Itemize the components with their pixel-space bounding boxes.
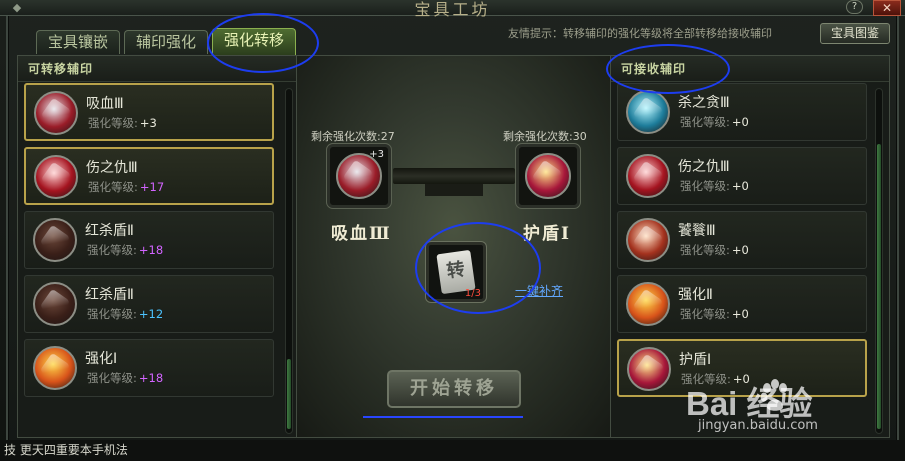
seal-row[interactable]: 吸血Ⅲ 强化等级: +3 bbox=[24, 83, 274, 141]
seal-row[interactable]: 强化Ⅰ 强化等级: +18 bbox=[24, 339, 274, 397]
seal-level: 强化等级: +12 bbox=[87, 307, 164, 321]
treasure-album-button[interactable]: 宝具图鉴 bbox=[820, 23, 890, 44]
seal-level: 强化等级: +0 bbox=[680, 307, 749, 321]
seal-name: 强化Ⅰ bbox=[85, 351, 118, 367]
seal-level: 强化等级: +0 bbox=[680, 115, 749, 129]
close-button[interactable]: ✕ bbox=[873, 0, 901, 16]
scroll-thumb[interactable] bbox=[287, 359, 291, 429]
seal-level: 强化等级: +18 bbox=[87, 243, 164, 257]
seal-name: 红杀盾Ⅱ bbox=[85, 287, 134, 303]
target-seal-name: 护盾Ⅰ bbox=[523, 224, 571, 244]
game-screen: ◆ 宝具工坊 ? ✕ 宝具镶嵌 辅印强化 强化转移 友情提示：转移辅印的强化等级… bbox=[0, 0, 905, 461]
seal-level: 强化等级: +0 bbox=[680, 243, 749, 257]
source-remaining: 剩余强化次数:27 bbox=[311, 130, 395, 143]
seal-level: 强化等级: +17 bbox=[88, 180, 165, 194]
seal-name: 吸血Ⅲ bbox=[86, 96, 124, 112]
seal-name: 杀之贪Ⅲ bbox=[678, 95, 730, 111]
help-button[interactable]: ? bbox=[846, 0, 863, 14]
seal-name: 强化Ⅱ bbox=[678, 287, 713, 303]
watermark-url: jingyan.baidu.com bbox=[698, 418, 818, 433]
annotation-circle-scroll bbox=[415, 222, 541, 314]
seal-name: 伤之仇Ⅲ bbox=[678, 159, 730, 175]
seal-level: 强化等级: +18 bbox=[87, 371, 164, 385]
source-seal-name: 吸血Ⅲ bbox=[331, 224, 392, 244]
window-titlebar: ◆ 宝具工坊 ? ✕ bbox=[0, 0, 905, 19]
seal-name: 伤之仇Ⅲ bbox=[86, 160, 138, 176]
vampire-gem-icon bbox=[34, 91, 78, 135]
gold-shield-icon bbox=[627, 347, 671, 391]
red-shield-icon bbox=[33, 218, 77, 262]
red-shield-icon bbox=[33, 282, 77, 326]
seal-row[interactable]: 红杀盾Ⅱ 强化等级: +18 bbox=[24, 211, 274, 269]
link-chain-center bbox=[425, 184, 483, 196]
target-seal-slot[interactable] bbox=[516, 144, 580, 208]
annotation-circle-tab bbox=[207, 13, 319, 73]
seal-row[interactable]: 强化Ⅱ 强化等级: +0 bbox=[617, 275, 867, 333]
seal-level: 强化等级: +3 bbox=[88, 116, 157, 130]
seal-name: 饕餮Ⅲ bbox=[678, 223, 716, 239]
tab-inlay[interactable]: 宝具镶嵌 bbox=[36, 30, 120, 54]
start-transfer-button[interactable]: 开始转移 bbox=[387, 370, 521, 408]
seal-name: 护盾Ⅰ bbox=[679, 352, 712, 368]
source-seal-slot[interactable]: +3 bbox=[327, 144, 391, 208]
left-scrollbar[interactable] bbox=[285, 88, 293, 434]
claw-gem-icon bbox=[626, 154, 670, 198]
annotation-circle-receive bbox=[606, 44, 730, 94]
fire-sword-icon bbox=[626, 282, 670, 326]
seal-row[interactable]: 伤之仇Ⅲ 强化等级: +0 bbox=[617, 147, 867, 205]
transferable-seals-panel: 可转移辅印 吸血Ⅲ 强化等级: +3 伤之仇Ⅲ 强化等级: +17 红杀盾Ⅱ 强化等级: +18… bbox=[17, 55, 297, 438]
link-chain bbox=[393, 168, 515, 184]
source-plus: +3 bbox=[369, 149, 384, 160]
tab-seal-enhance[interactable]: 辅印强化 bbox=[124, 30, 208, 54]
gold-shield-icon bbox=[525, 153, 571, 199]
target-remaining: 剩余强化次数:30 bbox=[503, 130, 587, 143]
dragon-icon bbox=[626, 218, 670, 262]
seal-row[interactable]: 饕餮Ⅲ 强化等级: +0 bbox=[617, 211, 867, 269]
game-background-text: 技 更天四重要本手机法 bbox=[0, 440, 905, 461]
scroll-thumb[interactable] bbox=[877, 144, 881, 429]
annotation-underline bbox=[363, 416, 523, 418]
claw-gem-icon bbox=[34, 155, 78, 199]
fire-sword-icon bbox=[33, 346, 77, 390]
friendly-hint: 友情提示：转移辅印的强化等级将全部转移给接收辅印 bbox=[508, 27, 772, 40]
seal-name: 红杀盾Ⅱ bbox=[85, 223, 134, 239]
window-title: 宝具工坊 bbox=[414, 0, 491, 19]
seal-row[interactable]: 伤之仇Ⅲ 强化等级: +17 bbox=[24, 147, 274, 205]
seal-level: 强化等级: +0 bbox=[680, 179, 749, 193]
right-scrollbar[interactable] bbox=[875, 88, 883, 434]
blue-beast-icon bbox=[626, 90, 670, 134]
seal-row[interactable]: 红杀盾Ⅱ 强化等级: +12 bbox=[24, 275, 274, 333]
